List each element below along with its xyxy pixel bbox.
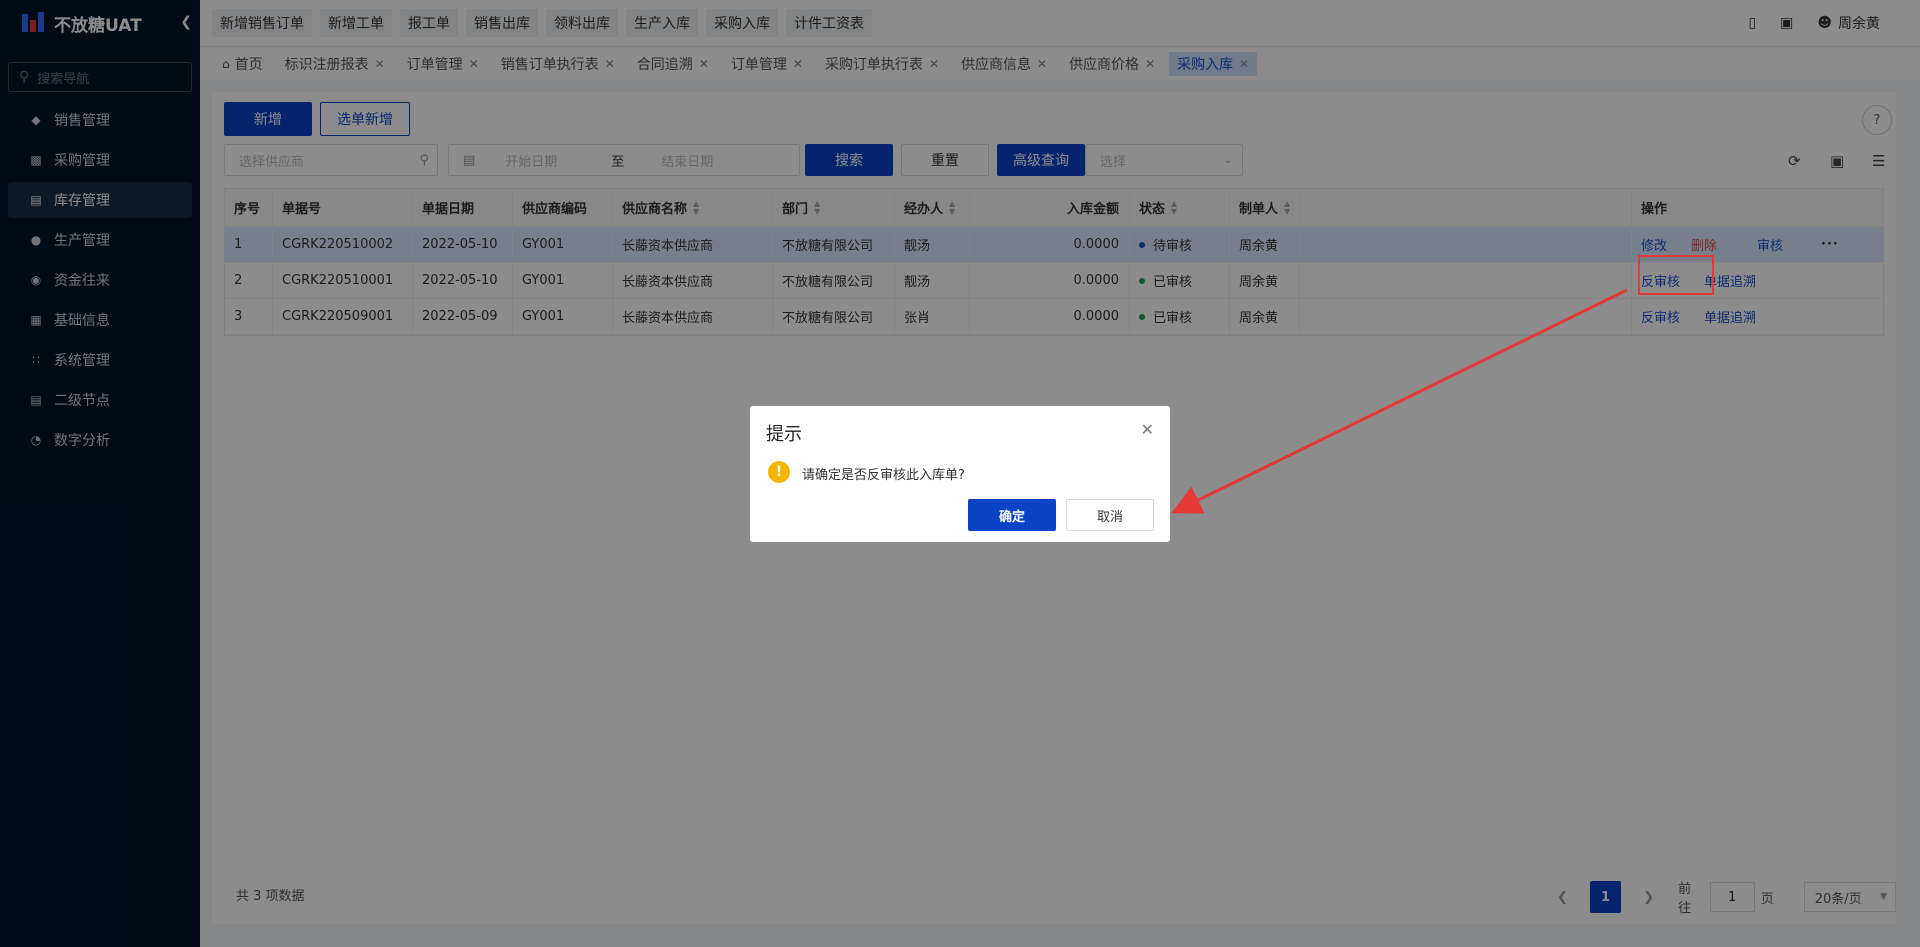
- confirm-button[interactable]: 确定: [968, 499, 1056, 531]
- confirm-dialog: 提示 ✕ ! 请确定是否反审核此入库单? 确定 取消: [750, 406, 1170, 542]
- dialog-title: 提示: [766, 424, 802, 445]
- warning-icon: !: [768, 461, 790, 483]
- cancel-button[interactable]: 取消: [1066, 499, 1154, 531]
- dialog-message: 请确定是否反审核此入库单?: [802, 468, 965, 483]
- annotation-highlight-box: [1638, 255, 1714, 295]
- close-icon[interactable]: ✕: [1141, 420, 1154, 439]
